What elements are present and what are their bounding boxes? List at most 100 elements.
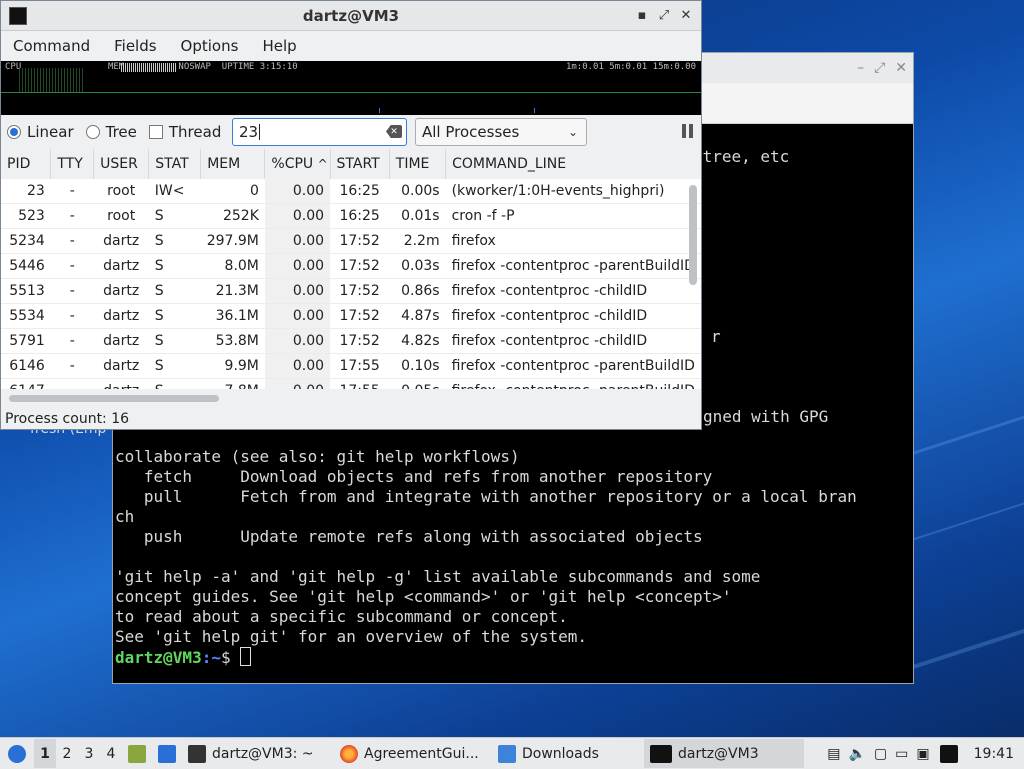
notes-icon[interactable]: ▢ (870, 739, 891, 768)
minimize-icon[interactable]: – (857, 60, 864, 76)
task-firefox[interactable]: AgreementGui... (334, 739, 492, 768)
search-value: 23 (239, 123, 259, 141)
table-row[interactable]: 5234- dartz S 297.9M 0.00 17:52 2.2m firefox (1, 228, 701, 254)
cell-user: dartz (93, 353, 149, 379)
load-average: 1m:0.01 5m:0.01 15m:0.00 (565, 62, 696, 72)
menu-command[interactable]: Command (1, 37, 102, 55)
cell-user: root (93, 179, 149, 204)
table-row[interactable]: 523- root S 252K 0.00 16:25 0.01s cron -f -P (1, 203, 701, 229)
col-command[interactable]: COMMAND_LINE (445, 149, 701, 179)
process-table[interactable]: PID TTY USER STAT MEM %CPU ^ START TIME … (1, 149, 701, 389)
task-terminal[interactable]: dartz@VM3: ~ (182, 739, 334, 768)
cell-start: 17:52 (330, 303, 390, 329)
workspace-4[interactable]: 4 (100, 739, 122, 768)
filter-bar: Linear Tree Thread 23 ✕ All Processes ⌄ (1, 115, 701, 149)
search-input[interactable]: 23 ✕ (232, 118, 407, 146)
folder-icon (498, 744, 516, 763)
tree-radio[interactable]: Tree (85, 123, 137, 141)
cell-command: firefox -contentproc -childID (445, 278, 701, 304)
menu-help[interactable]: Help (250, 37, 308, 55)
cell-pid: 23 (1, 179, 51, 204)
thread-label: Thread (168, 123, 222, 141)
terminal-prompt: dartz@VM3:~$ (115, 647, 252, 668)
col-stat[interactable]: STAT (148, 149, 202, 179)
cell-start: 17:55 (330, 378, 390, 389)
cell-command: firefox -contentproc -childID (445, 328, 701, 354)
file-manager-launcher[interactable] (122, 739, 152, 768)
cell-tty: - (50, 203, 94, 229)
process-monitor-window[interactable]: dartz@VM3 ▪ ⤢ ✕ Command Fields Options H… (0, 0, 702, 430)
table-row[interactable]: 5791- dartz S 53.8M 0.00 17:52 4.82s firefox -c… (1, 328, 701, 354)
table-row[interactable]: 5513- dartz S 21.3M 0.00 17:52 0.86s firefox -c… (1, 278, 701, 304)
col-mem[interactable]: MEM (200, 149, 266, 179)
show-desktop-launcher[interactable] (152, 739, 182, 768)
file-manager-icon (128, 744, 146, 763)
cell-cpu: 0.00 (264, 179, 331, 204)
pause-icon[interactable] (682, 124, 693, 138)
app-tray-icon[interactable] (939, 744, 958, 763)
clear-search-icon[interactable]: ✕ (386, 125, 402, 138)
workspace-2[interactable]: 2 (56, 739, 78, 768)
table-row[interactable]: 5534- dartz S 36.1M 0.00 17:52 4.87s firefox -c… (1, 303, 701, 329)
col-start[interactable]: START (330, 149, 390, 179)
process-filter-select[interactable]: All Processes ⌄ (415, 118, 587, 146)
network-icon[interactable]: ▭ (891, 739, 912, 768)
tree-label: Tree (105, 123, 137, 141)
terminal-line: to read about a specific subcommand or c… (115, 607, 568, 626)
cell-pid: 5534 (1, 303, 51, 329)
horizontal-scrollbar[interactable] (9, 395, 219, 402)
table-row[interactable]: 23- root IW< 0 0.00 16:25 0.00s (kworker/1:0H-e… (1, 179, 701, 204)
volume-icon[interactable]: 🔈 (845, 739, 870, 768)
window-title: dartz@VM3 (302, 6, 400, 25)
workspace-1[interactable]: 1 (34, 739, 56, 768)
cell-time: 0.10s (389, 353, 446, 379)
col-tty[interactable]: TTY (50, 149, 95, 179)
maximize-icon[interactable]: ⤢ (655, 6, 673, 24)
thread-checkbox[interactable]: Thread (148, 123, 222, 141)
close-icon[interactable]: ✕ (677, 6, 695, 24)
cell-cpu: 0.00 (264, 328, 331, 354)
workspace-3[interactable]: 3 (78, 739, 100, 768)
start-menu-button[interactable] (0, 739, 34, 768)
firefox-icon (340, 744, 358, 763)
cell-command: (kworker/1:0H-events_highpri) (445, 179, 701, 204)
filter-value: All Processes (422, 123, 520, 141)
col-time[interactable]: TIME (389, 149, 447, 179)
graph-tick (379, 108, 380, 113)
cell-command: firefox -contentproc -parentBuildID (445, 378, 701, 389)
maximize-icon[interactable]: ⤢ (874, 60, 885, 76)
process-window-titlebar: dartz@VM3 ▪ ⤢ ✕ (1, 1, 701, 31)
cell-cpu: 0.00 (264, 278, 331, 304)
table-row[interactable]: 6147-dartzS7.8M0.0017:550.05sfirefox -co… (1, 378, 701, 389)
cell-start: 17:55 (330, 353, 390, 379)
cell-user: root (93, 203, 149, 229)
cell-cpu: 0.00 (264, 228, 331, 254)
cell-user: dartz (93, 378, 149, 389)
table-row[interactable]: 5446- dartz S 8.0M 0.00 17:52 0.03s firefox -co… (1, 253, 701, 279)
menu-fields[interactable]: Fields (102, 37, 168, 55)
linear-radio[interactable]: Linear (7, 123, 74, 141)
col-cpu[interactable]: %CPU ^ (264, 149, 331, 179)
table-header: PID TTY USER STAT MEM %CPU ^ START TIME … (1, 149, 701, 179)
cell-pid: 5791 (1, 328, 51, 354)
task-downloads[interactable]: Downloads (492, 739, 644, 768)
close-icon[interactable]: ✕ (895, 60, 907, 76)
col-pid[interactable]: PID (1, 149, 52, 179)
minimize-icon[interactable]: ▪ (633, 6, 651, 24)
cell-user: dartz (93, 303, 149, 329)
col-user[interactable]: USER (93, 149, 150, 179)
vertical-scrollbar[interactable] (689, 185, 697, 285)
clipboard-icon[interactable]: ▤ (823, 739, 844, 768)
cell-time: 0.86s (389, 278, 446, 304)
task-process-monitor[interactable]: dartz@VM3 (644, 739, 804, 768)
chevron-down-icon: ⌄ (567, 125, 578, 139)
cell-cpu: 0.00 (264, 353, 331, 379)
cell-tty: - (50, 303, 94, 329)
menu-options[interactable]: Options (169, 37, 251, 55)
cell-tty: - (50, 253, 94, 279)
table-row[interactable]: 6146- dartz S 9.9M 0.00 17:55 0.10s firefox -co… (1, 353, 701, 379)
terminal-line: collaborate (see also: git help workflow… (115, 447, 520, 466)
updates-icon[interactable]: ▣ (912, 739, 933, 768)
clock[interactable]: 19:41 (964, 746, 1024, 762)
